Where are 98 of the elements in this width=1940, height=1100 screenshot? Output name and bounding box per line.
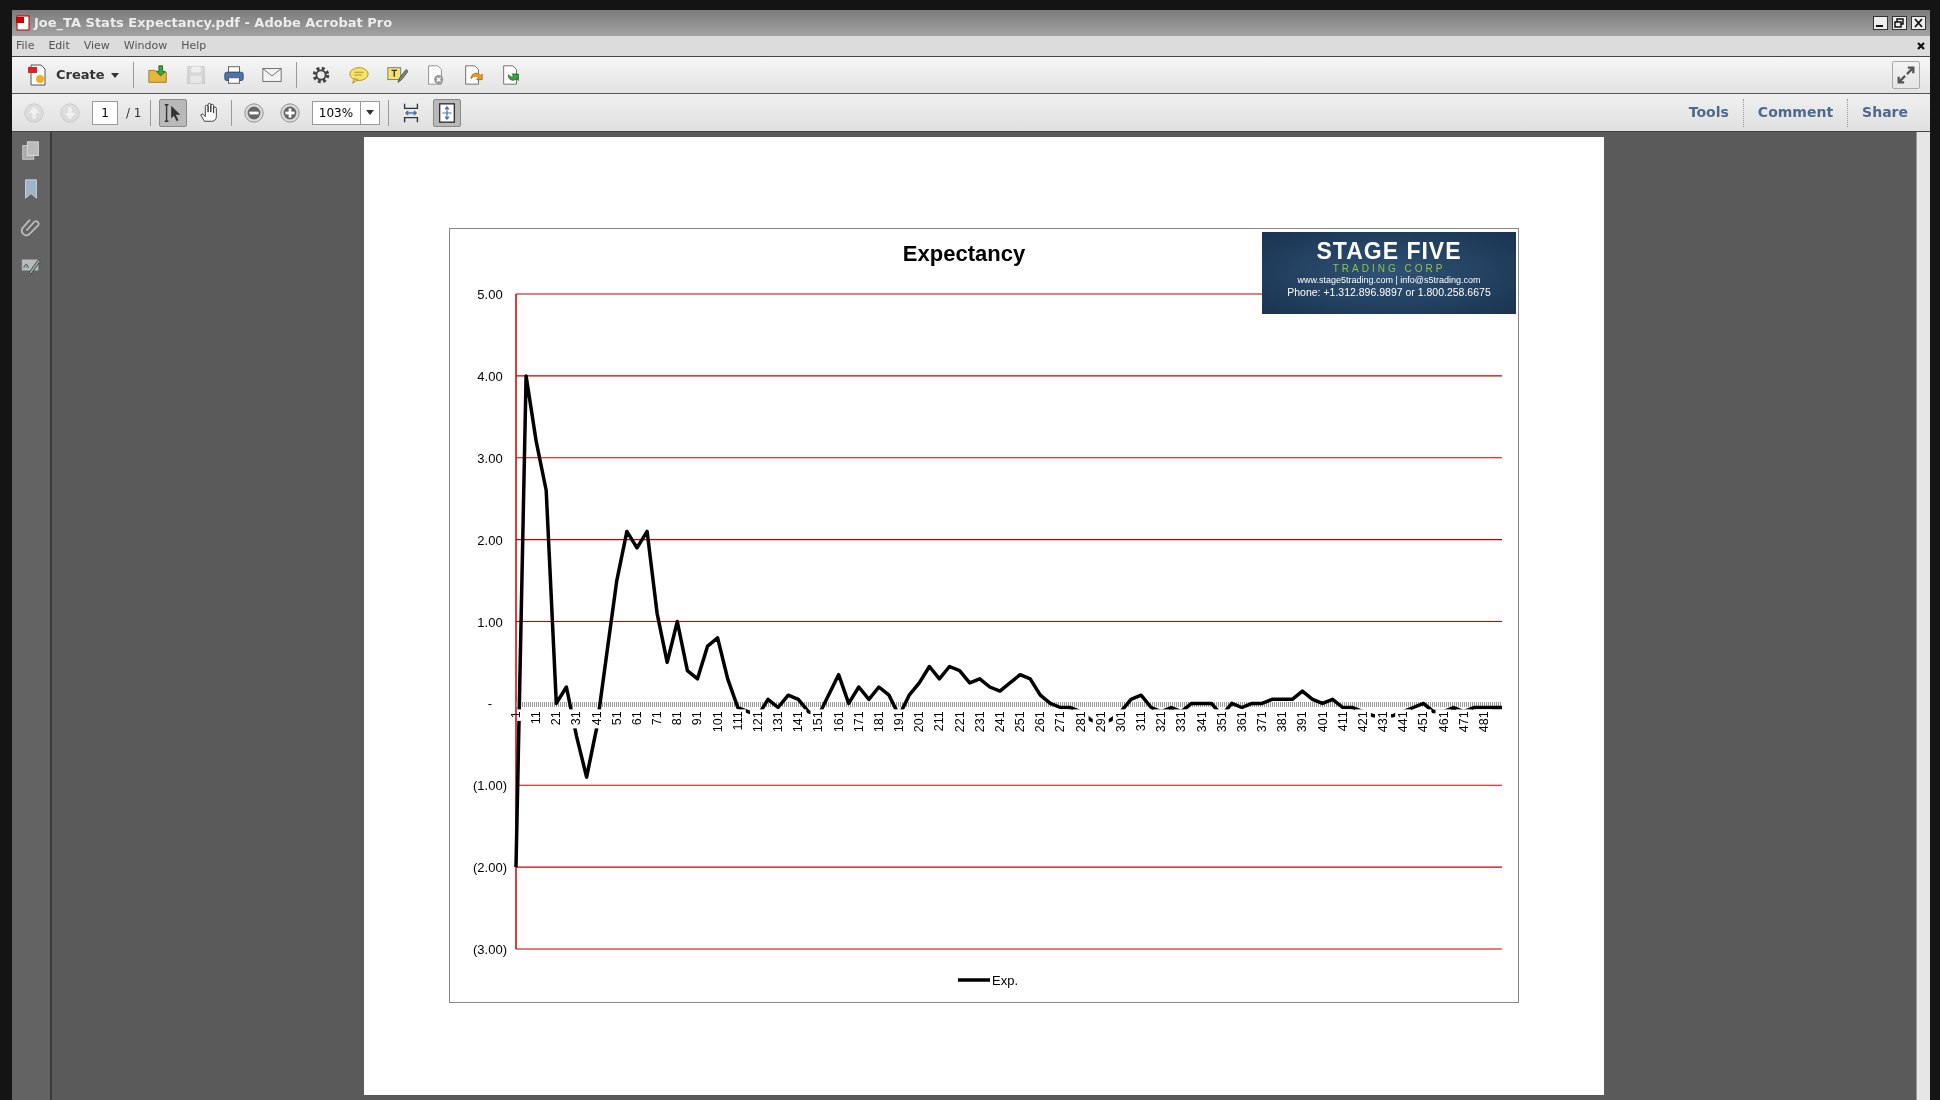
x-tick-label: 121 <box>750 711 765 733</box>
y-tick-label: (1.00) <box>473 778 507 794</box>
pages-icon[interactable] <box>20 140 42 162</box>
caret-icon <box>365 110 374 115</box>
legend-label: Exp. <box>992 973 1018 988</box>
y-tick-label: - <box>487 696 493 712</box>
x-tick-label: 231 <box>972 711 987 733</box>
pen-icon <box>385 64 408 86</box>
x-tick-label: 371 <box>1255 711 1270 733</box>
x-tick-label: 11 <box>529 711 544 725</box>
expand-button[interactable] <box>1892 61 1920 89</box>
x-tick-label: 71 <box>650 711 665 726</box>
x-tick-label: 361 <box>1234 711 1249 733</box>
x-tick-label: 331 <box>1174 711 1189 733</box>
x-tick-label: 61 <box>630 711 644 726</box>
panel-link[interactable]: Tools <box>1674 102 1743 123</box>
x-tick-label: 41 <box>589 711 604 726</box>
text-cursor-button[interactable] <box>158 98 187 127</box>
x-tick-label: 101 <box>710 711 725 733</box>
x-tick-label: 171 <box>851 711 866 733</box>
print-icon <box>222 64 245 86</box>
x-tick-label: 201 <box>912 711 927 733</box>
x-tick-label: 191 <box>892 711 907 733</box>
x-tick-label: 1 <box>509 711 523 719</box>
pdf-file-icon <box>16 15 30 31</box>
panel-link[interactable]: Share <box>1848 102 1922 123</box>
plus-circle-icon <box>278 101 301 124</box>
x-tick-label: 401 <box>1315 711 1330 733</box>
x-tick-label: 281 <box>1073 711 1088 733</box>
x-tick-label: 431 <box>1376 711 1391 733</box>
fit-page-button[interactable] <box>432 98 461 127</box>
x-tick-label: 81 <box>670 711 685 726</box>
y-tick-label: (3.00) <box>473 942 507 957</box>
minimize-icon[interactable] <box>1873 16 1888 30</box>
x-tick-label: 381 <box>1275 711 1290 733</box>
x-tick-label: 391 <box>1295 711 1310 733</box>
x-tick-label: 211 <box>932 711 947 732</box>
y-tick-label: 5.00 <box>477 287 503 302</box>
menu-item[interactable]: View <box>83 37 110 55</box>
x-tick-label: 351 <box>1214 711 1229 733</box>
x-tick-label: 321 <box>1154 711 1169 733</box>
x-tick-label: 441 <box>1396 711 1411 733</box>
restore-icon[interactable] <box>1892 16 1907 30</box>
speech-bubble-icon <box>347 64 370 86</box>
close-icon[interactable] <box>1911 16 1926 30</box>
expand-icon <box>1895 64 1917 86</box>
x-tick-label: 141 <box>791 711 806 733</box>
caret-icon <box>110 72 119 78</box>
y-tick-label: 3.00 <box>477 450 503 466</box>
x-tick-label: 271 <box>1053 711 1068 733</box>
x-tick-label: 471 <box>1456 711 1471 733</box>
x-tick-label: 151 <box>811 711 826 733</box>
x-tick-label: 111 <box>730 711 745 731</box>
x-tick-label: 221 <box>952 711 967 733</box>
x-tick-label: 31 <box>569 711 584 726</box>
x-tick-label: 131 <box>771 711 786 733</box>
x-tick-label: 311 <box>1134 711 1149 732</box>
x-tick-label: 181 <box>871 711 886 733</box>
panel-link[interactable]: Comment <box>1743 102 1848 123</box>
y-tick-label: 4.00 <box>477 368 503 384</box>
zoom-field[interactable]: 103% <box>311 100 360 125</box>
page-number-field[interactable]: 1 <box>92 100 118 125</box>
close-document-icon[interactable] <box>1916 41 1926 51</box>
y-tick-label: (2.00) <box>473 860 507 876</box>
x-tick-label: 341 <box>1194 711 1209 733</box>
hand-icon <box>197 101 220 124</box>
paperclip-icon[interactable] <box>20 216 42 238</box>
save-icon <box>184 64 207 86</box>
menu-item[interactable]: Edit <box>48 37 70 55</box>
x-tick-label: 301 <box>1113 711 1128 733</box>
logo-banner: STAGE FIVE TRADING CORP www.stage5trading.com | info@s5trading.com Phone: +1.312.896.9897 or 1.800.258.6675 <box>1262 232 1516 314</box>
x-tick-label: 411 <box>1335 711 1350 732</box>
folder-icon <box>146 64 169 86</box>
x-tick-label: 261 <box>1033 711 1048 733</box>
x-tick-label: 291 <box>1093 711 1108 733</box>
x-tick-label: 481 <box>1476 711 1491 733</box>
x-tick-label: 421 <box>1355 711 1370 733</box>
y-tick-label: 2.00 <box>477 532 503 548</box>
chart-title: Expectancy <box>902 241 1026 266</box>
x-tick-label: 161 <box>831 711 846 733</box>
menu-item[interactable]: File <box>16 37 35 55</box>
window-title: Joe_TA Stats Expectancy.pdf - Adobe Acrobat Pro <box>34 14 393 33</box>
page-total: / 1 <box>126 104 142 122</box>
y-tick-label: 1.00 <box>477 614 503 630</box>
x-tick-label: 251 <box>1013 711 1028 733</box>
x-tick-label: 91 <box>690 711 705 726</box>
x-tick-label: 21 <box>549 711 564 726</box>
x-tick-label: 51 <box>609 711 624 726</box>
scrollbar[interactable] <box>1916 132 1930 1100</box>
menu-item[interactable]: Window <box>123 37 168 55</box>
x-tick-label: 241 <box>992 711 1007 733</box>
zoom-dropdown-button[interactable] <box>359 100 380 125</box>
legend-swatch <box>958 978 990 982</box>
menu-item[interactable]: Help <box>181 37 207 55</box>
x-tick-label: 451 <box>1416 711 1431 733</box>
minus-circle-icon <box>242 101 265 124</box>
x-tick-label: 461 <box>1436 711 1451 733</box>
create-button[interactable]: Create <box>22 61 123 89</box>
